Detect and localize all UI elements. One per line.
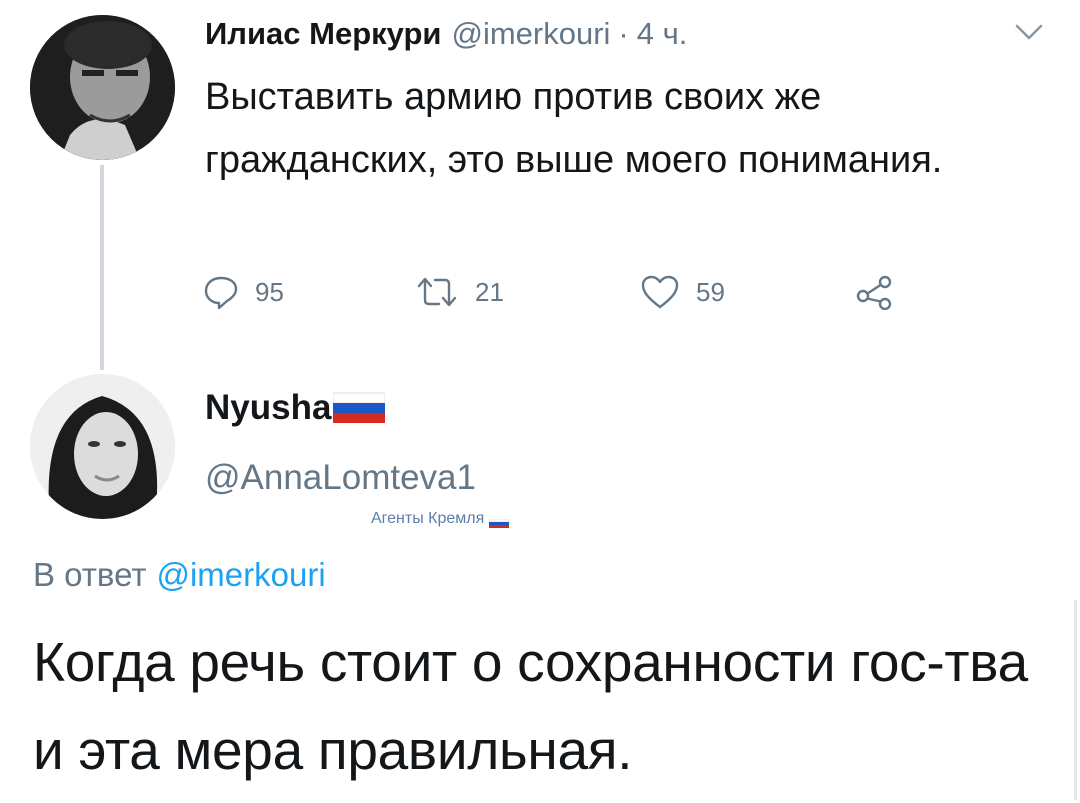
badge-text: Агенты Кремля [371, 510, 485, 527]
reply-author-name[interactable]: Nyusha [205, 388, 386, 428]
reply-count: 95 [255, 276, 284, 307]
separator-dot: · [618, 16, 629, 51]
avatar-portrait-icon [30, 15, 175, 160]
reply-mention-link[interactable]: @imerkouri [156, 556, 325, 593]
like-count: 59 [696, 276, 725, 307]
mini-russia-flag-icon [489, 515, 510, 528]
like-button[interactable]: 59 [640, 272, 725, 312]
avatar-annalomteva1[interactable] [30, 374, 175, 519]
share-button[interactable] [855, 272, 895, 312]
badge-watermark: Агенты Кремля [371, 510, 510, 528]
scroll-edge [1074, 600, 1077, 800]
author-name[interactable]: Илиас Меркури [205, 16, 441, 52]
reply-tweet-text: Когда речь стоит о сохранности гос-тва и… [33, 631, 1028, 781]
tweet-timestamp[interactable]: 4 ч. [637, 16, 688, 52]
tweet-header: Илиас Меркури @imerkouri · 4 ч. [205, 16, 687, 60]
thread-line [100, 165, 104, 370]
author-handle[interactable]: @imerkouri [451, 16, 610, 52]
retweet-button[interactable]: 21 [415, 272, 504, 312]
tweet-text: Выставить армию против своих же гражданс… [205, 76, 943, 181]
avatar-imerkouri[interactable] [30, 15, 175, 160]
reply-prefix: В ответ [33, 556, 147, 593]
reply-author-name-text: Nyusha [205, 388, 332, 427]
share-icon [856, 275, 892, 310]
retweet-count: 21 [475, 276, 504, 307]
reply-author-handle[interactable]: @AnnaLomteva1 [205, 458, 476, 498]
reply-button[interactable]: 95 [203, 272, 284, 312]
chevron-down-icon[interactable] [1015, 22, 1043, 42]
russia-flag-icon [332, 391, 386, 425]
avatar-portrait-icon [30, 374, 175, 519]
reply-icon [204, 276, 238, 310]
retweet-icon [417, 277, 457, 307]
heart-icon [641, 275, 679, 309]
reply-context: В ответ @imerkouri [33, 556, 326, 594]
